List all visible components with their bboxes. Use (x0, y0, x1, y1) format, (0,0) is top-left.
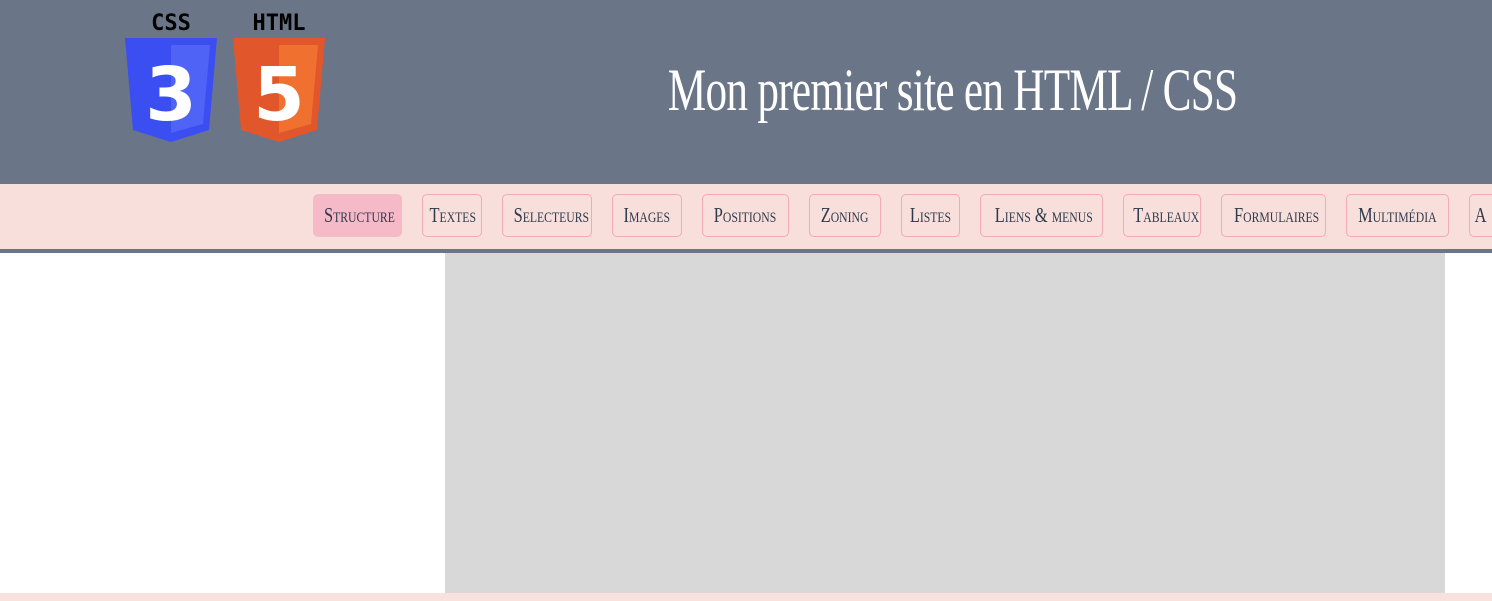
html5-logo: HTML 5 (233, 11, 325, 142)
left-column (0, 253, 445, 593)
nav-item-zoning[interactable]: Zoning (809, 194, 881, 237)
nav-item-truncated[interactable]: A (1469, 194, 1492, 237)
site-header: CSS 3 HTML 5 Mon premier site en HTML / … (0, 0, 1492, 184)
right-column (1445, 253, 1492, 593)
nav-item-selecteurs[interactable]: Selecteurs (502, 194, 592, 237)
site-title: Mon premier site en HTML / CSS (667, 57, 1238, 123)
nav-item-textes[interactable]: Textes (422, 194, 482, 237)
nav-item-formulaires[interactable]: Formulaires (1221, 194, 1326, 237)
nav-item-positions[interactable]: Positions (702, 194, 789, 237)
svg-text:5: 5 (253, 52, 305, 138)
svg-text:CSS: CSS (151, 11, 191, 36)
main-content-area (445, 253, 1445, 593)
svg-text:3: 3 (145, 52, 197, 138)
nav-item-structure[interactable]: Structure (313, 194, 402, 237)
page-footer (0, 593, 1492, 601)
nav-item-multimedia[interactable]: Multimédia (1346, 194, 1449, 237)
svg-text:HTML: HTML (253, 11, 306, 36)
nav-item-tableaux[interactable]: Tableaux (1123, 194, 1201, 237)
css3-logo: CSS 3 (125, 11, 217, 142)
nav-item-liens-menus[interactable]: Liens & menus (980, 194, 1103, 237)
nav-item-listes[interactable]: Listes (901, 194, 960, 237)
nav-item-images[interactable]: Images (612, 194, 682, 237)
main-nav: Structure Textes Selecteurs Images Posit… (0, 184, 1492, 253)
